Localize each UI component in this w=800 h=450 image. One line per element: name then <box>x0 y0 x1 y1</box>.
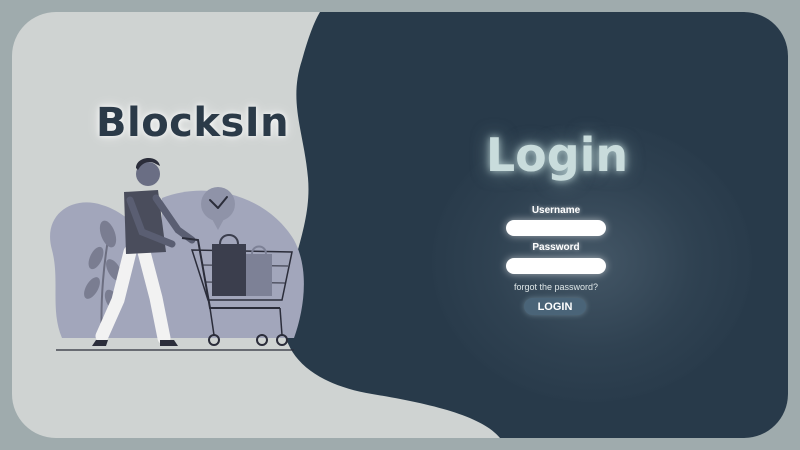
username-input[interactable] <box>506 220 606 236</box>
password-label: Password <box>532 242 580 253</box>
password-input[interactable] <box>506 258 606 274</box>
login-title: Login <box>485 128 629 182</box>
username-label: Username <box>531 205 581 216</box>
app-frame: BlocksIn Login Username Password forgot … <box>12 12 788 438</box>
forgot-password-link[interactable]: forgot the password? <box>506 282 606 292</box>
shopping-cart-illustration-icon <box>50 157 304 351</box>
login-button[interactable]: LOGIN <box>524 298 586 315</box>
